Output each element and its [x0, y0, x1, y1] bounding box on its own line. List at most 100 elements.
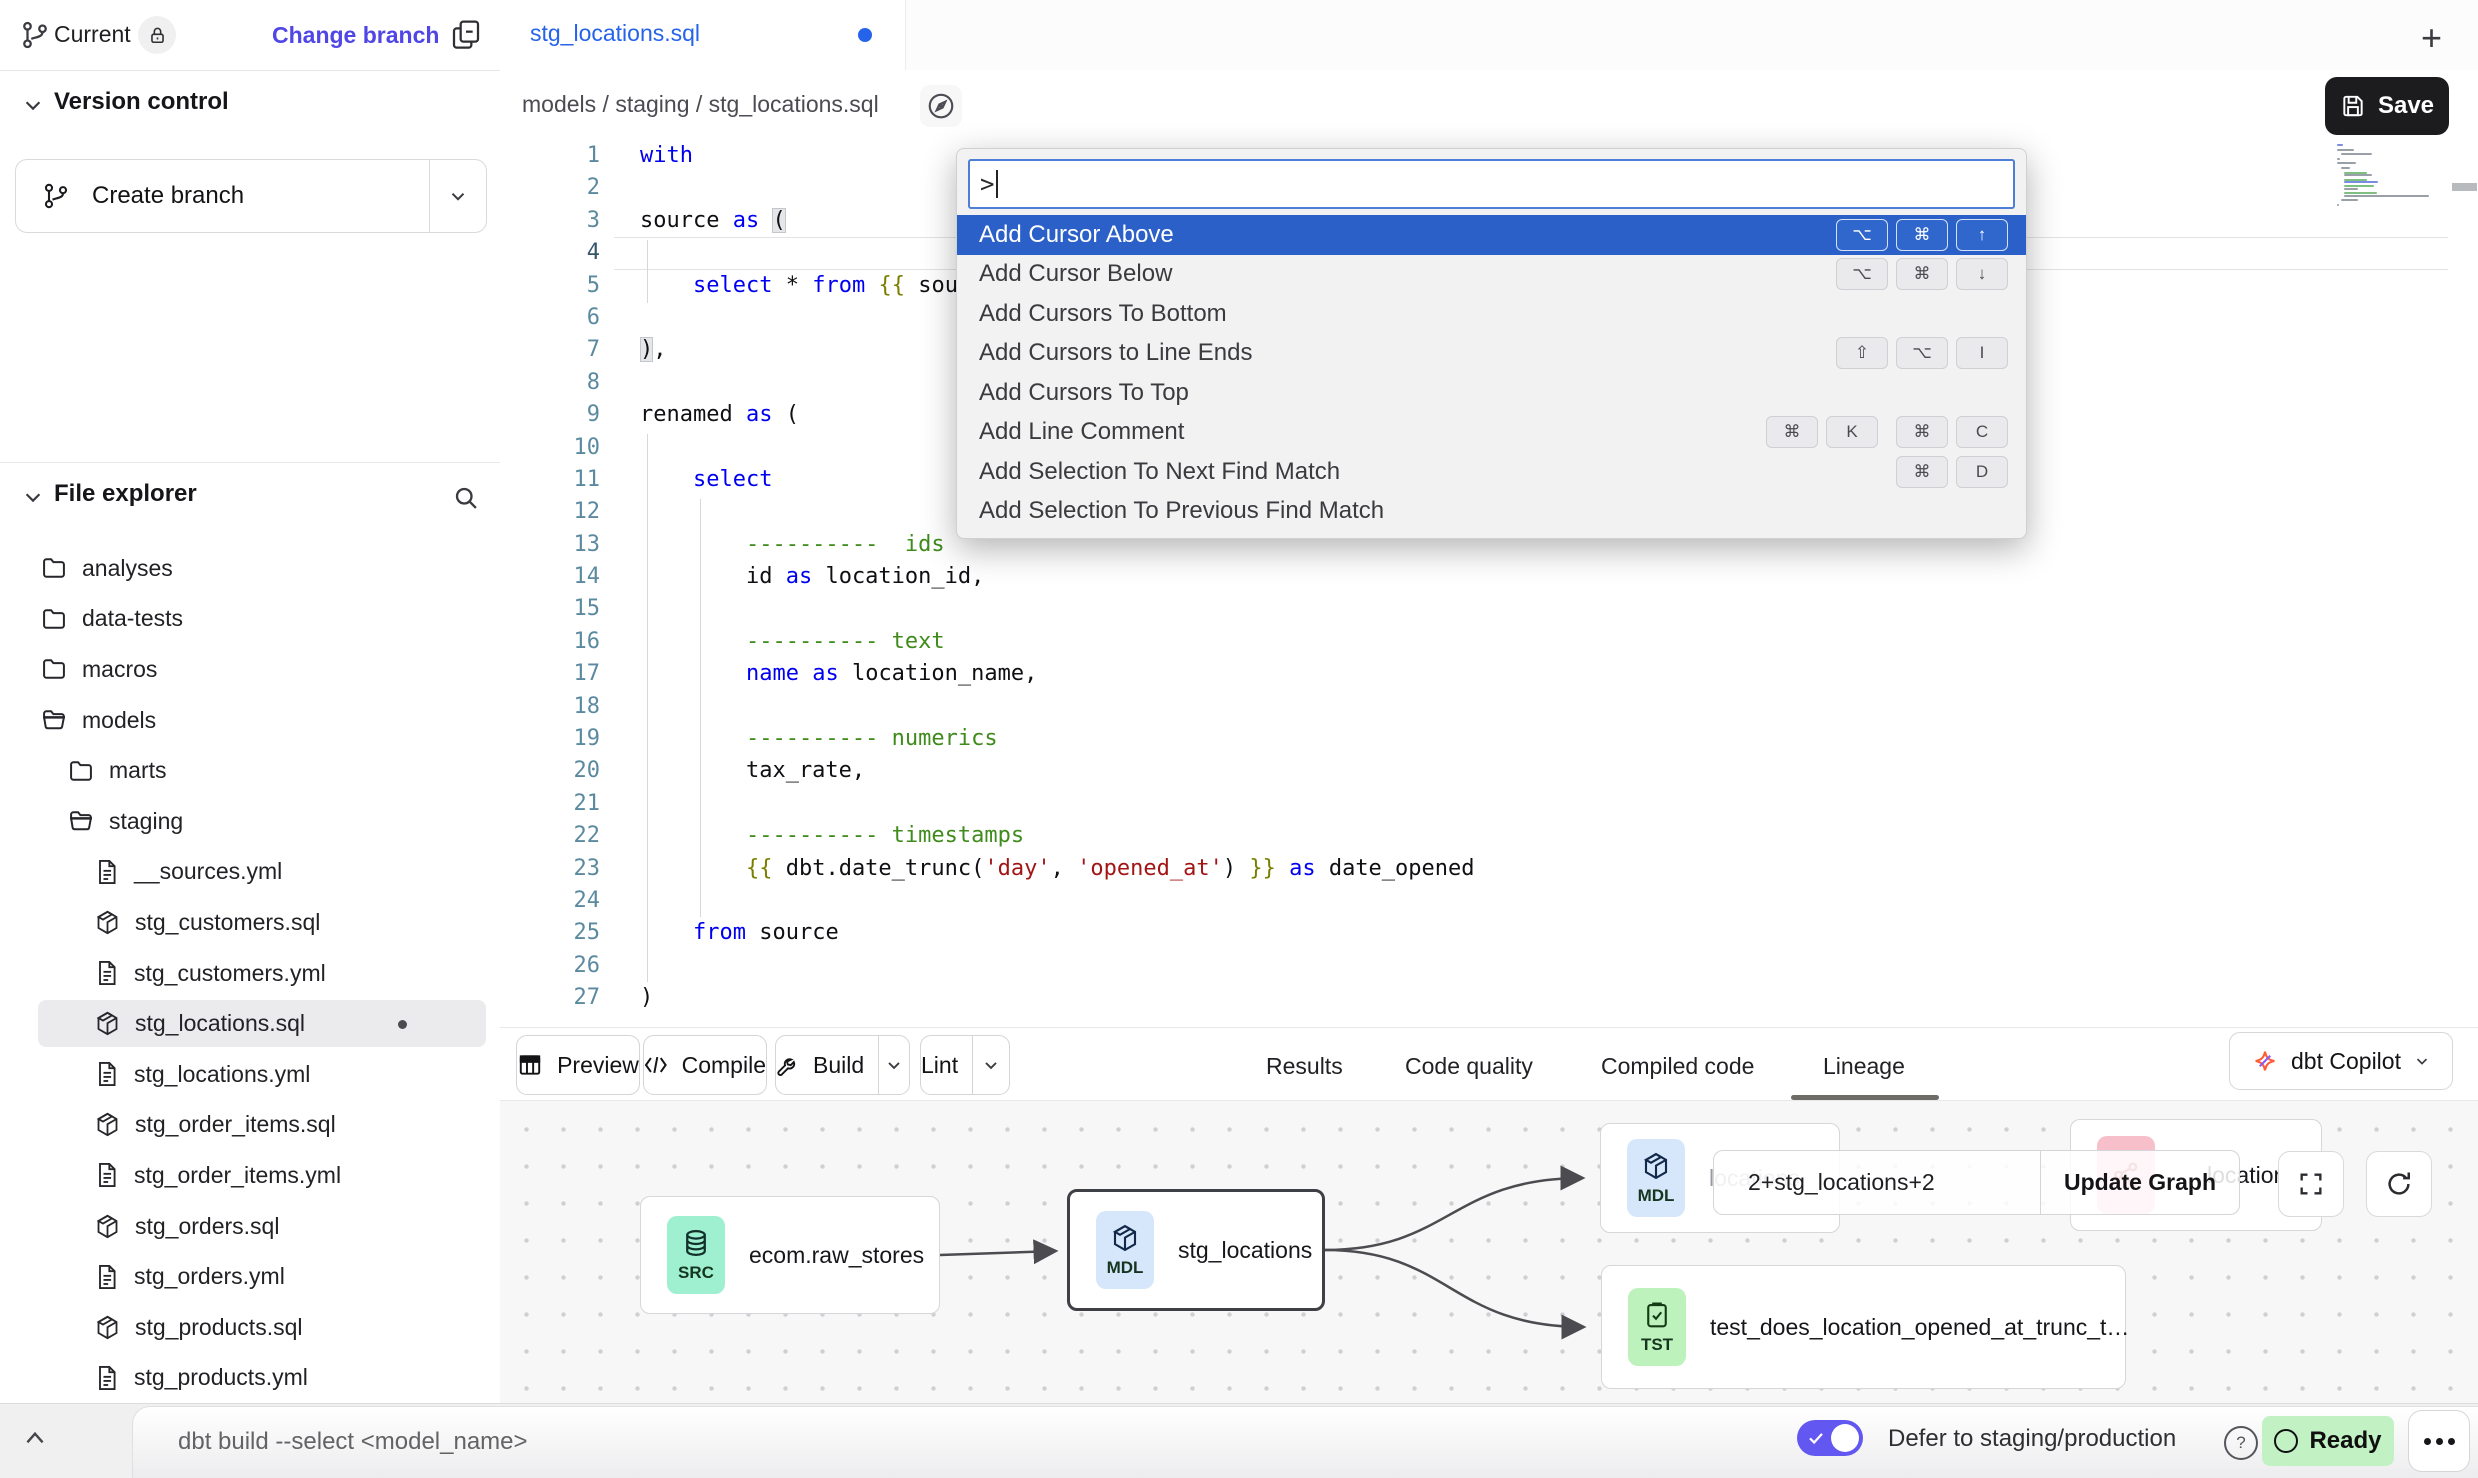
file-doc-icon — [94, 1263, 120, 1291]
lint-dropdown[interactable] — [972, 1036, 1009, 1094]
code-line-16[interactable]: 16 ---------- text — [500, 626, 2478, 658]
build-label: Build — [813, 1052, 864, 1079]
palette-item-add-selection-to-previous-find-match[interactable]: Add Selection To Previous Find Match — [957, 492, 2026, 532]
tab-stg-locations-sql[interactable]: stg_locations.sql — [500, 0, 906, 70]
node-label: stg_locations — [1178, 1237, 1312, 1264]
code-line-15[interactable]: 15 — [500, 593, 2478, 625]
file-tree-item-stg-orders-yml[interactable]: stg_orders.yml — [0, 1251, 500, 1302]
compile-button[interactable]: Compile — [643, 1035, 767, 1095]
file-tree-item-stg-order-items-yml[interactable]: stg_order_items.yml — [0, 1150, 500, 1201]
file-tree-item--sources-yml[interactable]: __sources.yml — [0, 847, 500, 898]
save-label: Save — [2378, 92, 2434, 120]
file-tree-item-stg-locations-sql[interactable]: stg_locations.sql — [0, 998, 500, 1049]
tab-lineage[interactable]: Lineage — [1823, 1053, 1905, 1080]
code-line-20[interactable]: 20 tax_rate, — [500, 755, 2478, 787]
folder-icon — [40, 605, 68, 633]
file-tree-item-stg-customers-yml[interactable]: stg_customers.yml — [0, 948, 500, 999]
key-badge: ⌘ — [1896, 258, 1948, 290]
help-icon[interactable]: ? — [2224, 1426, 2258, 1460]
lineage-node-test[interactable]: TST test_does_location_opened_at_trunc_t… — [1601, 1265, 2126, 1389]
preview-label: Preview — [557, 1052, 639, 1079]
scrollbar-marker[interactable] — [2452, 183, 2477, 191]
file-tree-item-stg-orders-sql[interactable]: stg_orders.sql — [0, 1201, 500, 1252]
file-doc-icon — [94, 1161, 120, 1189]
lineage-node-source[interactable]: SRC ecom.raw_stores — [640, 1196, 940, 1314]
code-line-17[interactable]: 17 name as location_name, — [500, 658, 2478, 690]
update-graph-button[interactable]: Update Graph — [2040, 1150, 2240, 1215]
indent-guide — [647, 240, 648, 303]
search-icon[interactable] — [452, 484, 480, 512]
lint-button[interactable]: Lint — [920, 1035, 1010, 1095]
save-button[interactable]: Save — [2325, 77, 2449, 135]
fullscreen-button[interactable] — [2278, 1151, 2344, 1217]
defer-toggle[interactable] — [1797, 1420, 1863, 1456]
editor-tab-bar: stg_locations.sql + — [500, 0, 2478, 71]
code-line-19[interactable]: 19 ---------- numerics — [500, 723, 2478, 755]
file-tree-item-stg-products-sql[interactable]: stg_products.sql — [0, 1302, 500, 1353]
tab-code-quality[interactable]: Code quality — [1405, 1053, 1533, 1080]
code-line-25[interactable]: 25 from source — [500, 917, 2478, 949]
unsaved-dot-icon — [858, 28, 872, 42]
dbt-copilot-button[interactable]: dbt Copilot — [2229, 1032, 2453, 1090]
text-caret — [996, 170, 998, 198]
version-control-header[interactable]: Version control — [0, 88, 500, 132]
code-line-18[interactable]: 18 — [500, 691, 2478, 723]
create-branch-button[interactable]: Create branch — [15, 159, 487, 233]
version-control-title: Version control — [54, 88, 229, 116]
compass-icon[interactable] — [920, 85, 962, 127]
tab-results[interactable]: Results — [1266, 1053, 1343, 1080]
code-line-26[interactable]: 26 — [500, 950, 2478, 982]
key-badge: I — [1956, 337, 2008, 369]
palette-item-add-cursors-to-line-ends[interactable]: Add Cursors to Line Ends⇧⌥I — [957, 334, 2026, 374]
new-tab-button[interactable]: + — [2421, 17, 2442, 59]
refresh-button[interactable] — [2366, 1151, 2432, 1217]
palette-item-add-line-comment[interactable]: Add Line Comment⌘K⌘C — [957, 413, 2026, 453]
file-tree-item-stg-customers-sql[interactable]: stg_customers.sql — [0, 897, 500, 948]
more-options-button[interactable] — [2408, 1410, 2470, 1472]
file-tree-item-stg-products-yml[interactable]: stg_products.yml — [0, 1353, 500, 1404]
lineage-search-input[interactable]: 2+stg_locations+2 — [1713, 1150, 2040, 1215]
code-line-21[interactable]: 21 — [500, 788, 2478, 820]
file-tree-item-macros[interactable]: macros — [0, 644, 500, 695]
command-palette-input[interactable]: > — [968, 159, 2015, 209]
minimap[interactable] — [2337, 142, 2449, 208]
collapse-panel-button[interactable] — [22, 1428, 48, 1448]
change-branch-link[interactable]: Change branch — [272, 22, 439, 49]
key-badge: ⌘ — [1896, 416, 1948, 448]
copilot-label: dbt Copilot — [2291, 1048, 2401, 1075]
file-tree-item-marts[interactable]: marts — [0, 745, 500, 796]
palette-item-add-cursors-to-top[interactable]: Add Cursors To Top — [957, 373, 2026, 413]
file-tree-item-data-tests[interactable]: data-tests — [0, 594, 500, 645]
preview-button[interactable]: Preview — [516, 1035, 640, 1095]
code-line-23[interactable]: 23 {{ dbt.date_trunc('day', 'opened_at')… — [500, 853, 2478, 885]
modified-dot-icon — [398, 1020, 407, 1029]
git-branch-icon — [42, 181, 70, 211]
file-tree-item-stg-order-items-sql[interactable]: stg_order_items.sql — [0, 1100, 500, 1151]
create-branch-dropdown[interactable] — [429, 160, 486, 232]
code-line-14[interactable]: 14 id as location_id, — [500, 561, 2478, 593]
fullscreen-icon — [2297, 1170, 2325, 1198]
lineage-node-stg-locations[interactable]: MDL stg_locations — [1067, 1189, 1325, 1311]
code-line-22[interactable]: 22 ---------- timestamps — [500, 820, 2478, 852]
build-button[interactable]: Build — [775, 1035, 910, 1095]
code-line-27[interactable]: 27) — [500, 982, 2478, 1014]
dbt-command-input[interactable] — [176, 1420, 1080, 1464]
clipboard-check-icon — [1643, 1300, 1671, 1330]
file-tree-item-analyses[interactable]: analyses — [0, 543, 500, 594]
dbt-ide-app: Current Change branch Version control Cr… — [0, 0, 2478, 1478]
copy-icon[interactable] — [450, 17, 482, 53]
chevron-down-icon — [447, 185, 469, 207]
file-tree-item-staging[interactable]: staging — [0, 796, 500, 847]
file-tree-item-models[interactable]: models — [0, 695, 500, 746]
palette-item-add-selection-to-next-find-match[interactable]: Add Selection To Next Find Match⌘D — [957, 452, 2026, 492]
file-tree-item-stg-locations-yml[interactable]: stg_locations.yml — [0, 1049, 500, 1100]
lineage-canvas[interactable]: SRC ecom.raw_stores MDL stg_locations MD… — [500, 1100, 2478, 1404]
defer-label: Defer to staging/production — [1888, 1425, 2176, 1453]
tab-compiled-code[interactable]: Compiled code — [1601, 1053, 1754, 1080]
palette-item-add-cursor-above[interactable]: Add Cursor Above⌥⌘↑ — [957, 215, 2026, 255]
palette-item-add-cursor-below[interactable]: Add Cursor Below⌥⌘↓ — [957, 255, 2026, 295]
code-line-24[interactable]: 24 — [500, 885, 2478, 917]
file-explorer-header[interactable]: File explorer — [0, 480, 500, 524]
palette-item-add-cursors-to-bottom[interactable]: Add Cursors To Bottom — [957, 294, 2026, 334]
build-dropdown[interactable] — [878, 1036, 909, 1094]
